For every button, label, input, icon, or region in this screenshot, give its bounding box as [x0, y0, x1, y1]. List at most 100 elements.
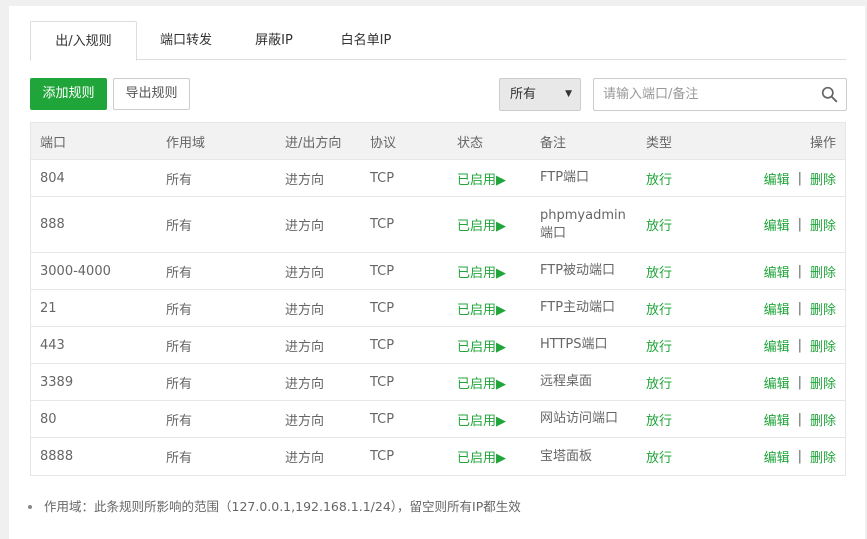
cell-direction: 进方向	[285, 172, 325, 188]
cell-type: 放行	[646, 302, 673, 318]
cell-ops: 编辑 | 删除	[764, 401, 836, 437]
cell-ops: 编辑 | 删除	[764, 327, 836, 363]
cell-direction: 进方向	[285, 376, 325, 392]
cell-direction: 进方向	[285, 302, 325, 318]
export-rules-button[interactable]: 导出规则	[113, 78, 190, 110]
ops-separator: |	[797, 170, 802, 186]
ops-separator: |	[797, 217, 802, 232]
firewall-panel: 出/入规则 端口转发 屏蔽IP 白名单IP 添加规则 导出规则 所有 ▼ 端口 …	[9, 6, 865, 539]
cell-port: 3000-4000	[40, 263, 111, 279]
cell-type: 放行	[646, 172, 673, 188]
filter-select[interactable]: 所有 ▼	[499, 78, 581, 111]
cell-type: 放行	[646, 451, 673, 466]
search-box	[593, 78, 847, 111]
cell-note: FTP被动端口	[540, 263, 616, 278]
cell-protocol: TCP	[370, 411, 395, 427]
cell-direction: 进方向	[285, 339, 325, 355]
ops-separator: |	[797, 411, 802, 427]
status-toggle[interactable]: 已启用▶	[457, 438, 506, 475]
col-status-header: 状态	[457, 135, 484, 151]
cell-port: 804	[40, 170, 65, 186]
ops-separator: |	[797, 449, 802, 464]
edit-link[interactable]: 编辑	[764, 262, 790, 281]
cell-note: phpmyadmin端口	[540, 207, 626, 241]
search-icon[interactable]	[821, 86, 838, 103]
cell-port: 21	[40, 300, 57, 316]
table-header: 端口 作用域 进/出方向 协议 状态 备注 类型 操作	[31, 123, 845, 160]
edit-link[interactable]: 编辑	[764, 447, 790, 466]
status-toggle[interactable]: 已启用▶	[457, 364, 506, 400]
status-toggle[interactable]: 已启用▶	[457, 160, 506, 196]
cell-scope: 所有	[166, 339, 193, 355]
cell-note: HTTPS端口	[540, 337, 608, 352]
cell-type: 放行	[646, 339, 673, 355]
bullet-icon	[28, 504, 32, 509]
col-type-header: 类型	[646, 135, 673, 151]
cell-type: 放行	[646, 413, 673, 429]
cell-scope: 所有	[166, 302, 193, 318]
status-toggle[interactable]: 已启用▶	[457, 253, 506, 289]
delete-link[interactable]: 删除	[810, 336, 836, 355]
tab-whitelist-ip[interactable]: 白名单IP	[313, 21, 419, 60]
filter-select-value: 所有	[510, 87, 537, 102]
edit-link[interactable]: 编辑	[764, 215, 790, 234]
cell-scope: 所有	[166, 376, 193, 392]
delete-link[interactable]: 删除	[810, 262, 836, 281]
cell-ops: 编辑 | 删除	[764, 197, 836, 252]
cell-direction: 进方向	[285, 451, 325, 466]
cell-protocol: TCP	[370, 337, 395, 353]
delete-link[interactable]: 删除	[810, 215, 836, 234]
cell-scope: 所有	[166, 219, 193, 234]
cell-port: 8888	[40, 449, 74, 464]
search-input[interactable]	[594, 79, 804, 110]
cell-protocol: TCP	[370, 300, 395, 316]
table-row: 3389 所有 进方向 TCP 已启用▶ 远程桌面 放行 编辑 | 删除	[31, 364, 845, 401]
delete-link[interactable]: 删除	[810, 373, 836, 392]
cell-port: 80	[40, 411, 57, 427]
status-toggle[interactable]: 已启用▶	[457, 290, 506, 326]
col-protocol-header: 协议	[370, 135, 397, 151]
cell-protocol: TCP	[370, 263, 395, 279]
table-row: 80 所有 进方向 TCP 已启用▶ 网站访问端口 放行 编辑 | 删除	[31, 401, 845, 438]
status-toggle[interactable]: 已启用▶	[457, 327, 506, 363]
col-direction-header: 进/出方向	[285, 135, 342, 151]
table-row: 804 所有 进方向 TCP 已启用▶ FTP端口 放行 编辑 | 删除	[31, 160, 845, 197]
cell-ops: 编辑 | 删除	[764, 253, 836, 289]
delete-link[interactable]: 删除	[810, 169, 836, 188]
cell-protocol: TCP	[370, 449, 395, 464]
edit-link[interactable]: 编辑	[764, 299, 790, 318]
tab-port-forwarding[interactable]: 端口转发	[137, 21, 235, 60]
cell-note: 网站访问端口	[540, 411, 619, 426]
table-body: 804 所有 进方向 TCP 已启用▶ FTP端口 放行 编辑 | 删除 888 所有 进方向 TCP 已启…	[31, 160, 845, 475]
ops-separator: |	[797, 263, 802, 279]
cell-type: 放行	[646, 265, 673, 281]
tab-blocked-ip[interactable]: 屏蔽IP	[235, 21, 313, 60]
table-row: 21 所有 进方向 TCP 已启用▶ FTP主动端口 放行 编辑 | 删除	[31, 290, 845, 327]
cell-ops: 编辑 | 删除	[764, 438, 836, 475]
footer-note-text: 作用域：此条规则所影响的范围（127.0.0.1,192.168.1.1/24）…	[44, 499, 521, 514]
col-scope-header: 作用域	[166, 135, 206, 151]
add-rule-button[interactable]: 添加规则	[30, 78, 107, 110]
status-toggle[interactable]: 已启用▶	[457, 197, 506, 252]
cell-ops: 编辑 | 删除	[764, 290, 836, 326]
delete-link[interactable]: 删除	[810, 410, 836, 429]
cell-note: 远程桌面	[540, 374, 593, 389]
edit-link[interactable]: 编辑	[764, 410, 790, 429]
cell-port: 888	[40, 217, 65, 232]
ops-separator: |	[797, 337, 802, 353]
col-ops-header: 操作	[809, 135, 836, 151]
edit-link[interactable]: 编辑	[764, 169, 790, 188]
cell-direction: 进方向	[285, 219, 325, 234]
tab-inbound-outbound-rules[interactable]: 出/入规则	[30, 21, 137, 61]
table-row: 8888 所有 进方向 TCP 已启用▶ 宝塔面板 放行 编辑 | 删除	[31, 438, 845, 475]
edit-link[interactable]: 编辑	[764, 336, 790, 355]
status-toggle[interactable]: 已启用▶	[457, 401, 506, 437]
delete-link[interactable]: 删除	[810, 447, 836, 466]
tab-bar: 出/入规则 端口转发 屏蔽IP 白名单IP	[30, 21, 846, 61]
table-row: 443 所有 进方向 TCP 已启用▶ HTTPS端口 放行 编辑 | 删除	[31, 327, 845, 364]
cell-type: 放行	[646, 219, 673, 234]
footer-note: 作用域：此条规则所影响的范围（127.0.0.1,192.168.1.1/24）…	[28, 496, 521, 515]
edit-link[interactable]: 编辑	[764, 373, 790, 392]
table-row: 3000-4000 所有 进方向 TCP 已启用▶ FTP被动端口 放行 编辑 | 删除	[31, 253, 845, 290]
delete-link[interactable]: 删除	[810, 299, 836, 318]
